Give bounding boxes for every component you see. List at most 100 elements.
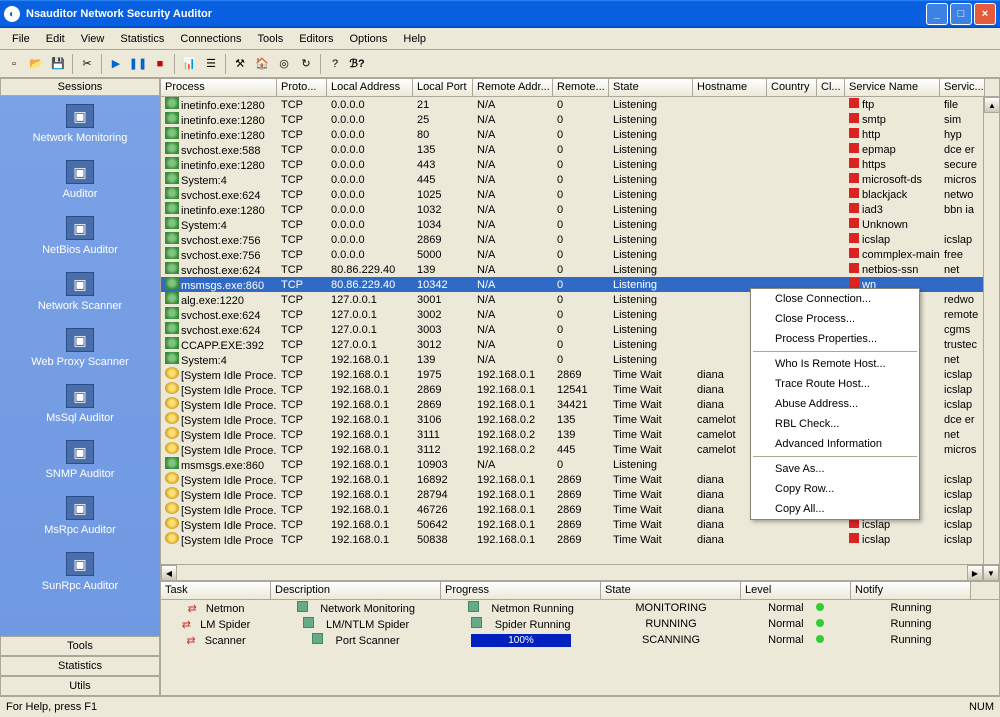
menu-file[interactable]: File bbox=[4, 31, 38, 47]
horizontal-scrollbar[interactable]: ◀ ▶ ▼ bbox=[161, 564, 999, 580]
menu-editors[interactable]: Editors bbox=[291, 31, 341, 47]
sidebar-item-msrpc-auditor[interactable]: ▣MsRpc Auditor bbox=[0, 488, 160, 544]
ctx-save-as-[interactable]: Save As... bbox=[751, 459, 919, 479]
task-column-header[interactable]: Progress bbox=[441, 582, 601, 599]
cell: alg.exe:1220 bbox=[161, 292, 277, 307]
sidebar-item-network-monitoring[interactable]: ▣Network Monitoring bbox=[0, 96, 160, 152]
new-icon[interactable]: ▫ bbox=[4, 54, 24, 74]
help-icon[interactable]: ℬ? bbox=[347, 54, 367, 74]
table-row[interactable]: inetinfo.exe:1280TCP0.0.0.01032N/A0Liste… bbox=[161, 202, 999, 217]
sidebar-item-netbios-auditor[interactable]: ▣NetBios Auditor bbox=[0, 208, 160, 264]
tasks-grid: TaskDescriptionProgressStateLevelNotify … bbox=[160, 581, 1000, 696]
flag-icon bbox=[849, 533, 859, 543]
menu-tools[interactable]: Tools bbox=[250, 31, 292, 47]
menu-connections[interactable]: Connections bbox=[172, 31, 249, 47]
table-row[interactable]: System:4TCP0.0.0.01034N/A0Listening Unkn… bbox=[161, 217, 999, 232]
ctx-trace-route-host-[interactable]: Trace Route Host... bbox=[751, 374, 919, 394]
table-row[interactable]: svchost.exe:588TCP0.0.0.0135N/A0Listenin… bbox=[161, 142, 999, 157]
table-row[interactable]: svchost.exe:624TCP80.86.229.40139N/A0Lis… bbox=[161, 262, 999, 277]
menu-view[interactable]: View bbox=[73, 31, 113, 47]
ctx-close-process-[interactable]: Close Process... bbox=[751, 309, 919, 329]
column-header[interactable]: Country bbox=[767, 79, 817, 96]
menu-statistics[interactable]: Statistics bbox=[112, 31, 172, 47]
disconnect-icon[interactable]: ✂ bbox=[77, 54, 97, 74]
table-row[interactable]: svchost.exe:756TCP0.0.0.02869N/A0Listeni… bbox=[161, 232, 999, 247]
sidebar-item-snmp-auditor[interactable]: ▣SNMP Auditor bbox=[0, 432, 160, 488]
table-row[interactable]: [System Idle ProceTCP192.168.0.150838192… bbox=[161, 532, 999, 547]
cell: Listening bbox=[609, 279, 693, 291]
open-icon[interactable]: 📂 bbox=[26, 54, 46, 74]
ctx-who-is-remote-host-[interactable]: Who Is Remote Host... bbox=[751, 354, 919, 374]
cell: 0 bbox=[553, 144, 609, 156]
menu-edit[interactable]: Edit bbox=[38, 31, 73, 47]
sidebar-item-mssql-auditor[interactable]: ▣MsSql Auditor bbox=[0, 376, 160, 432]
menu-options[interactable]: Options bbox=[341, 31, 395, 47]
table-row[interactable]: inetinfo.exe:1280TCP0.0.0.021N/A0Listeni… bbox=[161, 97, 999, 112]
scroll-down-icon[interactable]: ▼ bbox=[983, 565, 999, 581]
save-icon[interactable]: 💾 bbox=[48, 54, 68, 74]
cell: N/A bbox=[473, 114, 553, 126]
table-row[interactable]: System:4TCP0.0.0.0445N/A0Listening micro… bbox=[161, 172, 999, 187]
table-row[interactable]: inetinfo.exe:1280TCP0.0.0.0443N/A0Listen… bbox=[161, 157, 999, 172]
pause-icon[interactable]: ❚❚ bbox=[128, 54, 148, 74]
column-header[interactable]: Servic... bbox=[940, 79, 985, 96]
scroll-up-icon[interactable]: ▲ bbox=[984, 97, 1000, 113]
column-header[interactable]: Proto... bbox=[277, 79, 327, 96]
ctx-abuse-address-[interactable]: Abuse Address... bbox=[751, 394, 919, 414]
task-column-header[interactable]: Level bbox=[741, 582, 851, 599]
chart-icon[interactable]: 📊 bbox=[179, 54, 199, 74]
close-button[interactable]: × bbox=[974, 3, 996, 25]
column-header[interactable]: Local Address bbox=[327, 79, 413, 96]
home-icon[interactable]: 🏠 bbox=[252, 54, 272, 74]
table-row[interactable]: inetinfo.exe:1280TCP0.0.0.025N/A0Listeni… bbox=[161, 112, 999, 127]
minimize-button[interactable]: _ bbox=[926, 3, 948, 25]
about-icon[interactable]: ? bbox=[325, 54, 345, 74]
maximize-button[interactable]: □ bbox=[950, 3, 972, 25]
stop-icon[interactable]: ■ bbox=[150, 54, 170, 74]
sidebar-item-network-scanner[interactable]: ▣Network Scanner bbox=[0, 264, 160, 320]
refresh-icon[interactable]: ↻ bbox=[296, 54, 316, 74]
scan-icon[interactable]: ◎ bbox=[274, 54, 294, 74]
sidebar-btn-statistics[interactable]: Statistics bbox=[0, 656, 160, 676]
column-header[interactable]: Service Name bbox=[845, 79, 940, 96]
ctx-process-properties-[interactable]: Process Properties... bbox=[751, 329, 919, 349]
sidebar-item-sunrpc-auditor[interactable]: ▣SunRpc Auditor bbox=[0, 544, 160, 600]
task-column-header[interactable]: State bbox=[601, 582, 741, 599]
column-header[interactable]: Process bbox=[161, 79, 277, 96]
table-row[interactable]: inetinfo.exe:1280TCP0.0.0.080N/A0Listeni… bbox=[161, 127, 999, 142]
cell: 135 bbox=[413, 144, 473, 156]
ctx-close-connection-[interactable]: Close Connection... bbox=[751, 289, 919, 309]
sidebar-btn-tools[interactable]: Tools bbox=[0, 636, 160, 656]
column-header[interactable]: State bbox=[609, 79, 693, 96]
cell: 0.0.0.0 bbox=[327, 204, 413, 216]
ctx-rbl-check-[interactable]: RBL Check... bbox=[751, 414, 919, 434]
scroll-left-icon[interactable]: ◀ bbox=[161, 565, 177, 581]
sidebar-item-auditor[interactable]: ▣Auditor bbox=[0, 152, 160, 208]
task-row[interactable]: ⇄ Netmon Network Monitoring Netmon Runni… bbox=[161, 600, 999, 616]
play-icon[interactable]: ▶ bbox=[106, 54, 126, 74]
sidebar-btn-utils[interactable]: Utils bbox=[0, 676, 160, 696]
task-column-header[interactable]: Task bbox=[161, 582, 271, 599]
table-row[interactable]: svchost.exe:624TCP0.0.0.01025N/A0Listeni… bbox=[161, 187, 999, 202]
scroll-right-icon[interactable]: ▶ bbox=[967, 565, 983, 581]
column-header[interactable]: Remote... bbox=[553, 79, 609, 96]
column-header[interactable]: Cl... bbox=[817, 79, 845, 96]
column-header[interactable]: Local Port bbox=[413, 79, 473, 96]
task-column-header[interactable]: Notify bbox=[851, 582, 971, 599]
ctx-copy-all-[interactable]: Copy All... bbox=[751, 499, 919, 519]
task-row[interactable]: ⇄ Scanner Port Scanner100%SCANNINGNormal… bbox=[161, 632, 999, 648]
table-row[interactable]: svchost.exe:756TCP0.0.0.05000N/A0Listeni… bbox=[161, 247, 999, 262]
cell: microsoft-ds bbox=[845, 173, 940, 186]
task-column-header[interactable]: Description bbox=[271, 582, 441, 599]
cell: N/A bbox=[473, 159, 553, 171]
task-row[interactable]: ⇄ LM Spider LM/NTLM Spider Spider Runnin… bbox=[161, 616, 999, 632]
menu-help[interactable]: Help bbox=[395, 31, 434, 47]
vertical-scrollbar[interactable]: ▲ bbox=[983, 97, 999, 564]
column-header[interactable]: Hostname bbox=[693, 79, 767, 96]
ctx-copy-row-[interactable]: Copy Row... bbox=[751, 479, 919, 499]
list-icon[interactable]: ☰ bbox=[201, 54, 221, 74]
column-header[interactable]: Remote Addr... bbox=[473, 79, 553, 96]
ctx-advanced-information[interactable]: Advanced Information bbox=[751, 434, 919, 454]
tool1-icon[interactable]: ⚒ bbox=[230, 54, 250, 74]
sidebar-item-web-proxy-scanner[interactable]: ▣Web Proxy Scanner bbox=[0, 320, 160, 376]
